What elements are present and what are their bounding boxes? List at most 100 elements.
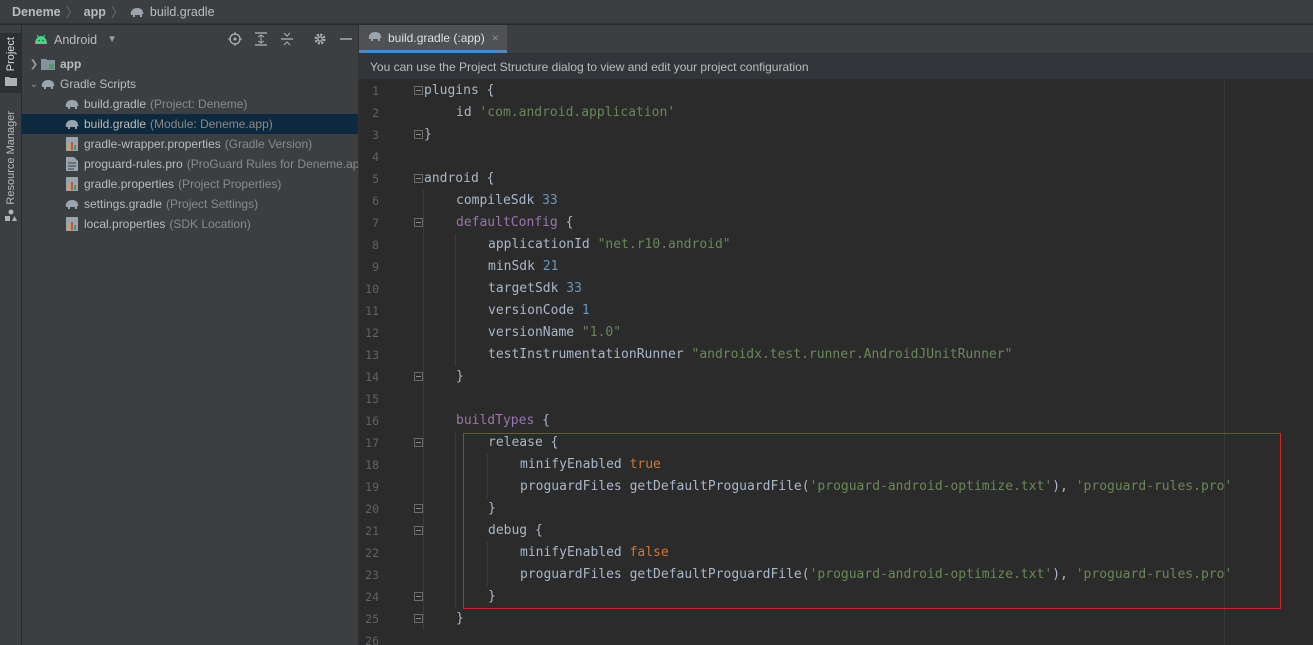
breadcrumb: Deneme 〉 app 〉 build.gradle (0, 0, 1313, 24)
fold-marker[interactable] (414, 174, 423, 183)
breadcrumb-module[interactable]: app (84, 5, 106, 19)
line-number: 9 (372, 260, 379, 274)
line-number-gutter: 1 2 3 4 5 6 7 8 9 10 11 12 13 14 15 16 17 18 19 20 21 22 23 24 2… (359, 80, 411, 645)
tree-item-build-gradle-project[interactable]: build.gradle (Project: Deneme) (22, 94, 358, 114)
line-number: 7 (372, 216, 379, 230)
resource-manager-icon (4, 209, 17, 224)
breadcrumb-file[interactable]: build.gradle (150, 5, 215, 19)
tree-item-proguard-rules[interactable]: proguard-rules.pro (ProGuard Rules for D… (22, 154, 358, 174)
code-area[interactable]: 1 2 3 4 5 6 7 8 9 10 11 12 13 14 15 16 17 18 19 20 21 22 23 24 2… (359, 80, 1313, 645)
code-token: android { (424, 171, 495, 186)
tree-item-local-properties[interactable]: local.properties (SDK Location) (22, 214, 358, 234)
fold-marker[interactable] (414, 438, 423, 447)
code-line-3: } (424, 124, 432, 146)
line-number: 21 (365, 524, 379, 538)
line-number: 3 (372, 128, 379, 142)
line-number: 20 (365, 502, 379, 516)
folder-icon (4, 75, 17, 89)
line-number: 26 (365, 634, 379, 645)
fold-marker[interactable] (414, 372, 423, 381)
fold-marker[interactable] (414, 130, 423, 139)
fold-marker[interactable] (414, 504, 423, 513)
code-line-6: compileSdk 33 (456, 190, 558, 212)
editor: build.gradle (:app) × You can use the Pr… (359, 25, 1313, 645)
text-file-icon (64, 156, 80, 172)
properties-file-icon (64, 216, 80, 232)
project-panel: Android ▼ ❯ app ⌄ Gradle Scripts build.g… (22, 25, 359, 645)
gradle-elephant-icon (64, 116, 80, 132)
line-number: 16 (365, 414, 379, 428)
tree-item-label: Gradle Scripts (60, 77, 137, 91)
view-mode-label: Android (54, 32, 98, 47)
line-number: 25 (365, 612, 379, 626)
close-icon[interactable]: × (492, 31, 499, 45)
code-token: testInstrumentationRunner (488, 347, 692, 362)
code-line-7: defaultConfig { (456, 212, 573, 234)
fold-marker[interactable] (414, 218, 423, 227)
breadcrumb-project[interactable]: Deneme (12, 5, 61, 19)
gear-icon[interactable] (312, 31, 328, 47)
properties-file-icon (64, 176, 80, 192)
tree-item-label: settings.gradle (84, 197, 163, 211)
code-token: } (424, 127, 432, 142)
highlight-annotation-box (463, 433, 1281, 609)
breadcrumb-separator: 〉 (65, 5, 79, 20)
properties-file-icon (64, 136, 80, 152)
collapse-all-icon[interactable] (279, 31, 295, 47)
line-number: 5 (372, 172, 379, 186)
minimize-icon[interactable] (338, 31, 354, 47)
fold-marker[interactable] (414, 614, 423, 623)
code-token: id (456, 105, 480, 120)
fold-marker[interactable] (414, 526, 423, 535)
code-token: { (557, 215, 574, 230)
tree-item-build-gradle-module[interactable]: build.gradle (Module: Deneme.app) (22, 114, 358, 134)
code-token: versionName (488, 325, 582, 340)
code-line-1: plugins { (424, 80, 494, 102)
code-token-string: "androidx.test.runner.AndroidJUnitRunner… (691, 347, 1013, 362)
resource-manager-label: Resource Manager (4, 111, 17, 205)
chevron-down-icon[interactable]: ⌄ (28, 79, 40, 90)
code-token-number: 1 (581, 303, 590, 318)
tree-item-app[interactable]: ❯ app (22, 54, 358, 74)
view-mode-dropdown[interactable]: Android ▼ (34, 33, 117, 47)
line-number: 22 (365, 546, 379, 560)
project-tool-label: Project (4, 37, 17, 72)
code-line-16: buildTypes { (456, 410, 550, 432)
code-token-number: 33 (542, 193, 558, 208)
module-folder-icon (40, 56, 56, 72)
code-token-string: 'com.android.application' (479, 105, 676, 120)
code-line-9: minSdk 21 (488, 256, 558, 278)
code-token: } (456, 369, 464, 384)
tree-item-settings-gradle[interactable]: settings.gradle (Project Settings) (22, 194, 358, 214)
android-icon (34, 33, 48, 47)
editor-tab[interactable]: build.gradle (:app) × (359, 25, 507, 53)
tree-item-gradle-wrapper-properties[interactable]: gradle-wrapper.properties (Gradle Versio… (22, 134, 358, 154)
line-number: 18 (365, 458, 379, 472)
indent-guide (423, 190, 424, 630)
tree-item-label: build.gradle (84, 117, 147, 131)
editor-tab-bar: build.gradle (:app) × (359, 25, 1313, 54)
code-token-string: "net.r10.android" (597, 237, 731, 252)
indent-guide (455, 432, 456, 608)
locate-icon[interactable] (227, 31, 243, 47)
line-number: 6 (372, 194, 379, 208)
expand-all-icon[interactable] (253, 31, 269, 47)
code-token-number: 21 (542, 259, 559, 274)
line-number: 13 (365, 348, 379, 362)
gradle-elephant-icon (367, 30, 383, 45)
tree-item-description: (Module: Deneme.app) (150, 117, 273, 131)
code-token-property: buildTypes (456, 413, 535, 428)
resource-manager-tool-button[interactable]: Resource Manager (0, 111, 21, 226)
tree-item-label: app (60, 57, 82, 71)
editor-tab-label: build.gradle (:app) (388, 30, 485, 45)
fold-marker[interactable] (414, 86, 423, 95)
project-tool-button[interactable]: Project (0, 33, 21, 93)
tree-item-gradle-scripts[interactable]: ⌄ Gradle Scripts (22, 74, 358, 94)
code-token: { (534, 413, 550, 428)
project-structure-notice: You can use the Project Structure dialog… (359, 54, 1313, 80)
tree-item-gradle-properties[interactable]: gradle.properties (Project Properties) (22, 174, 358, 194)
code-line-12: versionName "1.0" (488, 322, 621, 344)
chevron-right-icon[interactable]: ❯ (28, 59, 40, 70)
fold-marker[interactable] (414, 592, 423, 601)
tree-item-description: (Project: Deneme) (150, 97, 248, 111)
